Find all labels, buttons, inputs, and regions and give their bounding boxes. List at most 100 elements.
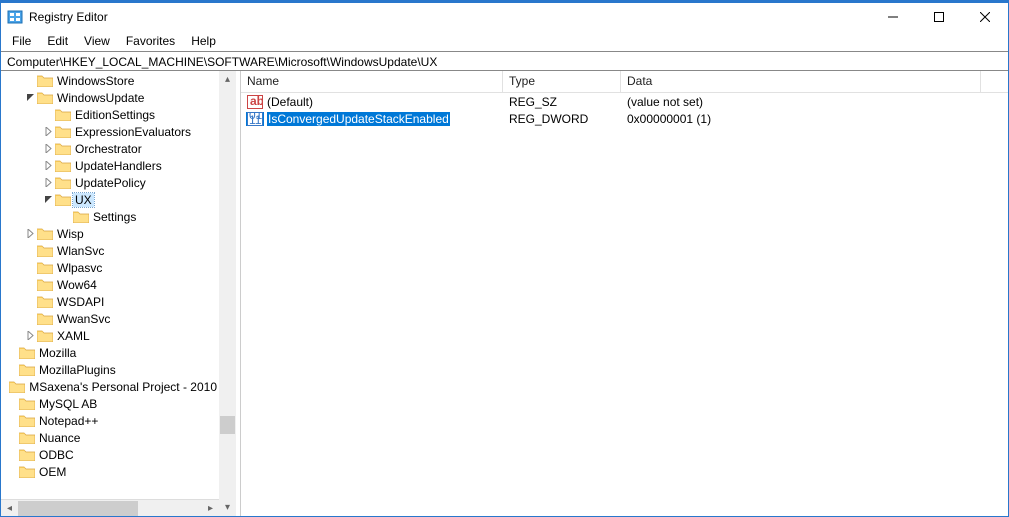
tree-node[interactable]: Wlpasvc	[1, 259, 219, 276]
titlebar[interactable]: Registry Editor	[1, 1, 1008, 31]
chevron-right-icon[interactable]	[23, 229, 37, 238]
tree-node[interactable]: MySQL AB	[1, 395, 219, 412]
tree-node[interactable]: Nuance	[1, 429, 219, 446]
window-title: Registry Editor	[29, 10, 108, 24]
column-header-type[interactable]: Type	[503, 71, 621, 92]
list-row[interactable]: ab(Default)REG_SZ(value not set)	[241, 93, 1008, 110]
tree-node[interactable]: Notepad++	[1, 412, 219, 429]
tree-node[interactable]: WindowsStore	[1, 72, 219, 89]
tree-node[interactable]: WwanSvc	[1, 310, 219, 327]
scroll-thumb-horizontal[interactable]	[18, 501, 138, 516]
chevron-right-icon[interactable]	[41, 144, 55, 153]
tree-node-label: MSaxena's Personal Project - 2010	[27, 380, 219, 394]
tree-node[interactable]: Settings	[1, 208, 219, 225]
svg-text:ab: ab	[250, 95, 263, 108]
tree-node-label: WSDAPI	[55, 295, 106, 309]
scroll-right-button[interactable]: ▸	[202, 500, 219, 517]
tree-node[interactable]: UpdateHandlers	[1, 157, 219, 174]
tree-node-label: ODBC	[37, 448, 76, 462]
app-icon	[7, 9, 23, 25]
folder-icon	[55, 159, 71, 173]
scroll-up-button[interactable]: ▴	[219, 71, 236, 88]
chevron-right-icon[interactable]	[23, 331, 37, 340]
tree-node[interactable]: WSDAPI	[1, 293, 219, 310]
tree-node-label: WwanSvc	[55, 312, 112, 326]
menu-help[interactable]: Help	[184, 33, 223, 49]
minimize-button[interactable]	[870, 3, 916, 31]
registry-editor-window: Registry Editor File Edit View Favorites…	[0, 0, 1009, 517]
menu-edit[interactable]: Edit	[40, 33, 75, 49]
scroll-left-button[interactable]: ◂	[1, 500, 18, 517]
folder-icon	[55, 176, 71, 190]
tree-node-label: UpdateHandlers	[73, 159, 164, 173]
list-row[interactable]: 011110 IsConvergedUpdateStackEnabled REG_D…	[241, 110, 1008, 127]
folder-icon	[55, 142, 71, 156]
address-bar[interactable]: Computer\HKEY_LOCAL_MACHINE\SOFTWARE\Mic…	[1, 51, 1008, 71]
binary-value-icon: 011110	[247, 112, 263, 126]
tree-node[interactable]: WlanSvc	[1, 242, 219, 259]
folder-icon	[19, 397, 35, 411]
chevron-right-icon[interactable]	[41, 161, 55, 170]
chevron-down-icon[interactable]	[41, 195, 55, 204]
folder-icon	[19, 448, 35, 462]
scroll-thumb-vertical[interactable]	[220, 416, 235, 434]
tree-node[interactable]: Mozilla	[1, 344, 219, 361]
folder-icon	[37, 278, 53, 292]
tree-node-label: MySQL AB	[37, 397, 99, 411]
string-value-icon: ab	[247, 95, 263, 109]
folder-icon	[37, 312, 53, 326]
tree-node-label: Nuance	[37, 431, 82, 445]
column-header-data[interactable]: Data	[621, 71, 981, 92]
column-header-name[interactable]: Name	[241, 71, 503, 92]
maximize-button[interactable]	[916, 3, 962, 31]
tree-panel: WindowsStore WindowsUpdate EditionSettings…	[1, 71, 219, 516]
tree-node-label: UpdatePolicy	[73, 176, 148, 190]
tree-node-label: Wisp	[55, 227, 86, 241]
chevron-down-icon[interactable]	[23, 93, 37, 102]
tree-node-label: XAML	[55, 329, 92, 343]
tree-node[interactable]: EditionSettings	[1, 106, 219, 123]
folder-icon	[19, 363, 35, 377]
tree-node[interactable]: ODBC	[1, 446, 219, 463]
tree-node-label: WindowsStore	[55, 74, 136, 88]
tree-node[interactable]: Wisp	[1, 225, 219, 242]
folder-icon	[37, 91, 53, 105]
value-data: (value not set)	[621, 95, 981, 109]
list-panel: Name Type Data ab(Default)REG_SZ(value n…	[240, 71, 1008, 516]
tree-node-label: MozillaPlugins	[37, 363, 118, 377]
value-type: REG_SZ	[503, 95, 621, 109]
chevron-right-icon[interactable]	[41, 178, 55, 187]
folder-icon	[55, 193, 71, 207]
tree-node[interactable]: XAML	[1, 327, 219, 344]
menu-favorites[interactable]: Favorites	[119, 33, 182, 49]
tree-node[interactable]: ExpressionEvaluators	[1, 123, 219, 140]
tree-node-label: WindowsUpdate	[55, 91, 146, 105]
chevron-right-icon[interactable]	[41, 127, 55, 136]
scroll-down-button[interactable]: ▾	[219, 499, 236, 516]
close-button[interactable]	[962, 3, 1008, 31]
tree-node[interactable]: UpdatePolicy	[1, 174, 219, 191]
menubar: File Edit View Favorites Help	[1, 31, 1008, 51]
tree-node-label: Wow64	[55, 278, 99, 292]
folder-icon	[19, 465, 35, 479]
tree-node[interactable]: Orchestrator	[1, 140, 219, 157]
list-body[interactable]: ab(Default)REG_SZ(value not set) 011110 Is…	[241, 93, 1008, 516]
folder-icon	[37, 329, 53, 343]
tree-view[interactable]: WindowsStore WindowsUpdate EditionSettings…	[1, 71, 219, 499]
menu-view[interactable]: View	[77, 33, 117, 49]
tree-node[interactable]: OEM	[1, 463, 219, 480]
tree-node[interactable]: MozillaPlugins	[1, 361, 219, 378]
tree-node[interactable]: Wow64	[1, 276, 219, 293]
tree-scrollbar-horizontal[interactable]: ◂ ▸	[1, 499, 219, 516]
folder-icon	[37, 295, 53, 309]
value-name: IsConvergedUpdateStackEnabled	[267, 112, 450, 126]
value-type: REG_DWORD	[503, 112, 621, 126]
tree-node[interactable]: MSaxena's Personal Project - 2010	[1, 378, 219, 395]
tree-node[interactable]: UX	[1, 191, 219, 208]
tree-node-label: EditionSettings	[73, 108, 157, 122]
folder-icon	[55, 108, 71, 122]
menu-file[interactable]: File	[5, 33, 38, 49]
tree-scrollbar-vertical[interactable]: ▴ ▾	[219, 71, 236, 516]
tree-node[interactable]: WindowsUpdate	[1, 89, 219, 106]
tree-node-label: WlanSvc	[55, 244, 106, 258]
